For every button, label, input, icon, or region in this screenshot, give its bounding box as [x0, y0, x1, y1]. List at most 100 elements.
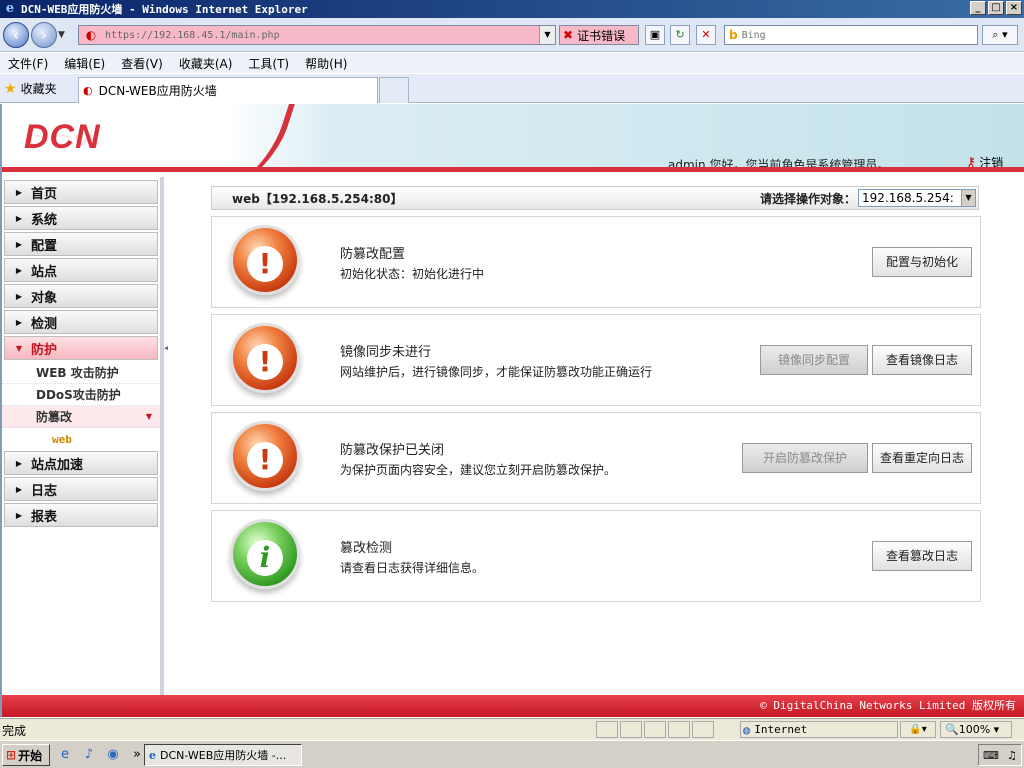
sidebar-item-acceleration[interactable]: ▶ 站点加速	[4, 451, 158, 475]
panel-tamper-config: ! 防篡改配置 初始化状态：初始化进行中 配置与初始化	[211, 216, 981, 308]
window-title: DCN-WEB应用防火墙 - Windows Internet Explorer	[21, 3, 308, 16]
menu-tools[interactable]: 工具(T)	[248, 55, 289, 72]
menu-favorites[interactable]: 收藏夹(A)	[179, 55, 233, 72]
close-window-button[interactable]: ×	[1006, 1, 1022, 15]
triangle-right-icon: ▶	[15, 239, 23, 249]
status-cell	[692, 721, 714, 738]
sidebar-item-system[interactable]: ▶ 系统	[4, 206, 158, 230]
window-titlebar: e DCN-WEB应用防火墙 - Windows Internet Explor…	[0, 0, 1024, 18]
tab-favicon-icon: ◐	[83, 84, 93, 97]
sidebar: ▶ 首页 ▶ 系统 ▶ 配置 ▶ 站点 ▶ 对象 ▶ 检测 ▼ 防护 WEB 攻击防护 DDo…	[2, 177, 164, 695]
sidebar-item-report[interactable]: ▶ 报表	[4, 503, 158, 527]
search-box[interactable]: b	[724, 25, 978, 45]
warning-icon: !	[226, 321, 306, 401]
panel-tamper-protection: ! 防篡改保护已关闭 为保护页面内容安全，建议您立刻开启防篡改保护。 开启防篡改…	[211, 412, 981, 504]
view-mirror-log-button[interactable]: 查看镜像日志	[872, 345, 972, 375]
favorites-button[interactable]: ★ 收藏夹	[4, 80, 57, 97]
security-zone[interactable]: ◍ Internet	[740, 721, 898, 738]
triangle-right-icon: ▶	[15, 458, 23, 468]
menu-view[interactable]: 查看(V)	[121, 55, 163, 72]
main-content: web【192.168.5.254:80】 请选择操作对象： 192.168.5…	[168, 177, 1024, 695]
menu-edit[interactable]: 编辑(E)	[64, 55, 105, 72]
menu-bar: 文件(F) 编辑(E) 查看(V) 收藏夹(A) 工具(T) 帮助(H)	[0, 53, 1024, 73]
sidebar-item-site[interactable]: ▶ 站点	[4, 258, 158, 282]
view-redirect-log-button[interactable]: 查看重定向日志	[872, 443, 972, 473]
volume-icon[interactable]: ♫	[1007, 749, 1017, 762]
status-cells	[596, 721, 714, 738]
enable-tamper-protection-button[interactable]: 开启防篡改保护	[742, 443, 868, 473]
sidebar-sub-tamper[interactable]: 防篡改 ▼	[2, 406, 160, 428]
media-quicklaunch-icon[interactable]: ♪	[80, 746, 98, 764]
taskbar-item-browser[interactable]: e DCN-WEB应用防火墙 -...	[144, 744, 302, 766]
triangle-right-icon: ▶	[15, 291, 23, 301]
select-dropdown-icon[interactable]: ▼	[961, 190, 975, 206]
panel-title: 防篡改配置	[340, 247, 406, 262]
panel-desc: 网站维护后，进行镜像同步，才能保证防篡改功能正确运行	[340, 365, 653, 379]
refresh-button[interactable]: ↻	[670, 25, 690, 45]
status-text: 完成	[2, 724, 27, 738]
back-button[interactable]: ‹	[3, 22, 29, 48]
minimize-button[interactable]: _	[970, 1, 986, 15]
sidebar-item-log[interactable]: ▶ 日志	[4, 477, 158, 501]
dcn-logo-reflection: DCN	[24, 130, 98, 148]
menu-help[interactable]: 帮助(H)	[305, 55, 347, 72]
quick-launch: e ♪ ◉ »	[56, 746, 146, 764]
sidebar-item-config[interactable]: ▶ 配置	[4, 232, 158, 256]
new-tab-button[interactable]	[379, 77, 409, 103]
ie-quicklaunch-icon[interactable]: e	[56, 746, 74, 764]
status-cell	[596, 721, 618, 738]
sidebar-item-protection[interactable]: ▼ 防护	[4, 336, 158, 360]
search-input[interactable]	[741, 29, 942, 41]
browser-tab[interactable]: ◐ DCN-WEB应用防火墙	[78, 77, 378, 103]
favorites-label: 收藏夹	[20, 82, 57, 96]
logout-link[interactable]: ⚷ 注销	[966, 154, 1004, 171]
zoom-level[interactable]: 🔍100% ▾	[940, 721, 1012, 738]
sidebar-sub-tamper-web[interactable]: web	[2, 428, 160, 450]
sidebar-item-object[interactable]: ▶ 对象	[4, 284, 158, 308]
start-button[interactable]: ⊞ 开始	[2, 744, 50, 766]
search-button[interactable]: ⌕ ▾	[982, 25, 1018, 45]
sidebar-item-home[interactable]: ▶ 首页	[4, 180, 158, 204]
web-page: DCN DCN admin 您好，您当前角色是系统管理员。 ⚷ 注销 ▶ 首页 ▶…	[0, 104, 1024, 717]
sidebar-sub-web-attack[interactable]: WEB 攻击防护	[2, 362, 160, 384]
menu-file[interactable]: 文件(F)	[8, 55, 48, 72]
outlook-quicklaunch-icon[interactable]: ◉	[104, 746, 122, 764]
panel-tamper-detect: i 篡改检测 请查看日志获得详细信息。 查看篡改日志	[211, 510, 981, 602]
key-icon: ⚷	[966, 154, 977, 171]
cert-error-button[interactable]: ✖ 证书错误	[559, 25, 639, 45]
view-tamper-log-button[interactable]: 查看篡改日志	[872, 541, 972, 571]
address-url[interactable]: https://192.168.45.1/main.php	[105, 30, 280, 41]
status-cell	[668, 721, 690, 738]
address-toolbar: ‹ › ▼ ◐ https://192.168.45.1/main.php ▼ …	[0, 18, 1024, 52]
triangle-right-icon: ▶	[15, 317, 23, 327]
compat-view-button[interactable]: ▣	[645, 25, 665, 45]
address-dropdown-icon[interactable]: ▼	[539, 26, 555, 44]
panel-desc: 为保护页面内容安全，建议您立刻开启防篡改保护。	[340, 463, 617, 477]
panel-desc: 初始化状态：初始化进行中	[340, 267, 485, 281]
address-bar[interactable]: ◐ https://192.168.45.1/main.php ▼	[78, 25, 556, 45]
history-dropdown-icon[interactable]: ▼	[58, 30, 65, 40]
triangle-right-icon: ▶	[15, 213, 23, 223]
config-init-button[interactable]: 配置与初始化	[872, 247, 972, 277]
maximize-button[interactable]: □	[988, 1, 1004, 15]
shield-error-icon: ✖	[563, 28, 574, 42]
header-banner: DCN DCN admin 您好，您当前角色是系统管理员。 ⚷ 注销	[2, 104, 1024, 172]
sidebar-sub-ddos[interactable]: DDoS攻击防护	[2, 384, 160, 406]
target-label: web【192.168.5.254:80】	[232, 191, 403, 206]
sidebar-item-detect[interactable]: ▶ 检测	[4, 310, 158, 334]
stop-button[interactable]: ✕	[696, 25, 716, 45]
select-target-label: 请选择操作对象：	[759, 191, 856, 206]
panel-desc: 请查看日志获得详细信息。	[340, 561, 485, 575]
logout-label: 注销	[979, 156, 1004, 170]
system-tray: ⌨ ♫	[978, 744, 1022, 766]
mirror-sync-config-button[interactable]: 镜像同步配置	[760, 345, 868, 375]
keyboard-icon[interactable]: ⌨	[983, 749, 999, 762]
forward-button[interactable]: ›	[31, 22, 57, 48]
target-select[interactable]: 192.168.5.254: ▼	[858, 189, 976, 207]
triangle-right-icon: ▶	[15, 265, 23, 275]
panel-title: 防篡改保护已关闭	[340, 443, 445, 458]
protected-mode-icon[interactable]: 🔒▾	[900, 721, 936, 738]
windows-logo-icon: ⊞	[6, 748, 17, 762]
bing-icon: b	[729, 28, 738, 42]
panel-title: 篡改检测	[340, 541, 393, 556]
